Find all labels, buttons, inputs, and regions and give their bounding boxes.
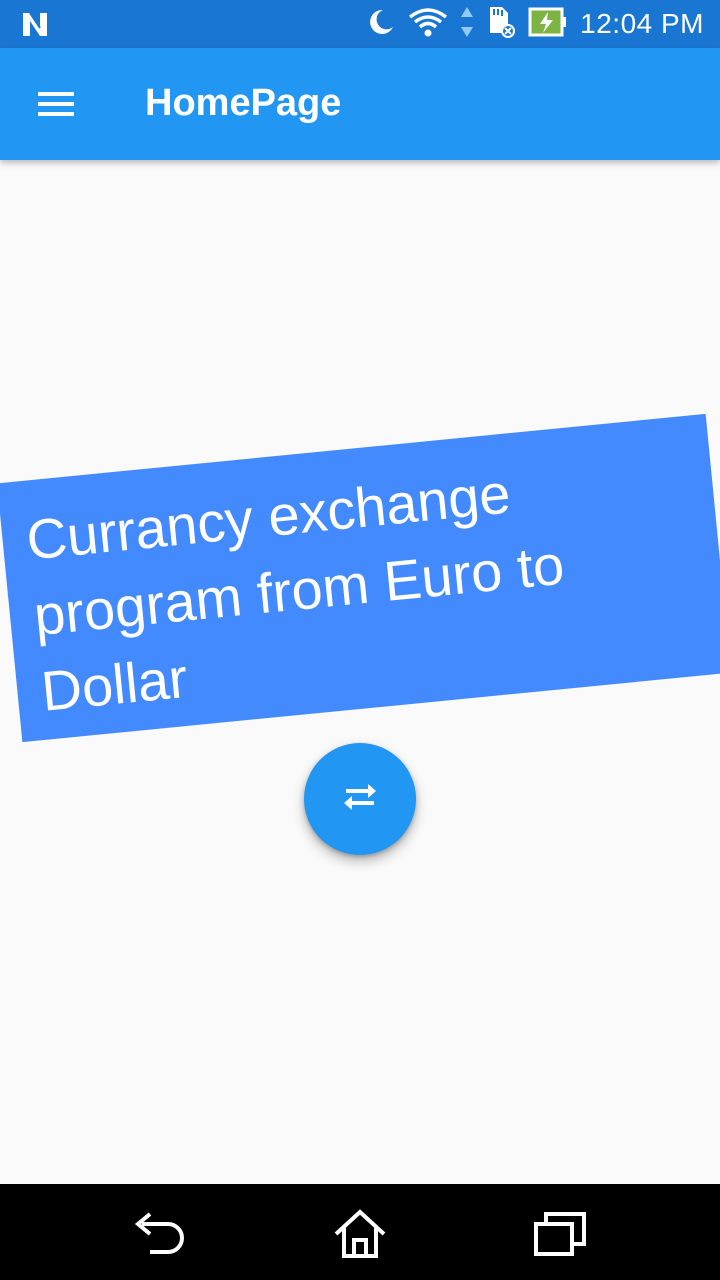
swap-currency-button[interactable] xyxy=(304,743,416,855)
recents-icon[interactable] xyxy=(528,1204,592,1264)
moon-icon xyxy=(366,7,396,42)
swap-horiz-icon xyxy=(340,781,380,818)
title-banner: Currancy exchange program from Euro to D… xyxy=(0,413,720,743)
sd-card-icon xyxy=(486,5,516,44)
banner-text: Currancy exchange program from Euro to D… xyxy=(0,413,720,743)
data-arrows-icon xyxy=(460,5,474,44)
status-bar: 12:04 PM xyxy=(0,0,720,48)
wifi-icon xyxy=(408,7,448,42)
hamburger-menu-icon[interactable] xyxy=(24,80,88,128)
n-logo-icon xyxy=(20,10,50,38)
navigation-bar xyxy=(0,1184,720,1280)
page-title: HomePage xyxy=(145,82,342,124)
back-icon[interactable] xyxy=(128,1204,192,1264)
battery-charging-icon xyxy=(528,7,568,42)
app-bar: HomePage xyxy=(0,48,720,160)
status-time: 12:04 PM xyxy=(580,8,704,39)
home-icon[interactable] xyxy=(328,1204,392,1264)
